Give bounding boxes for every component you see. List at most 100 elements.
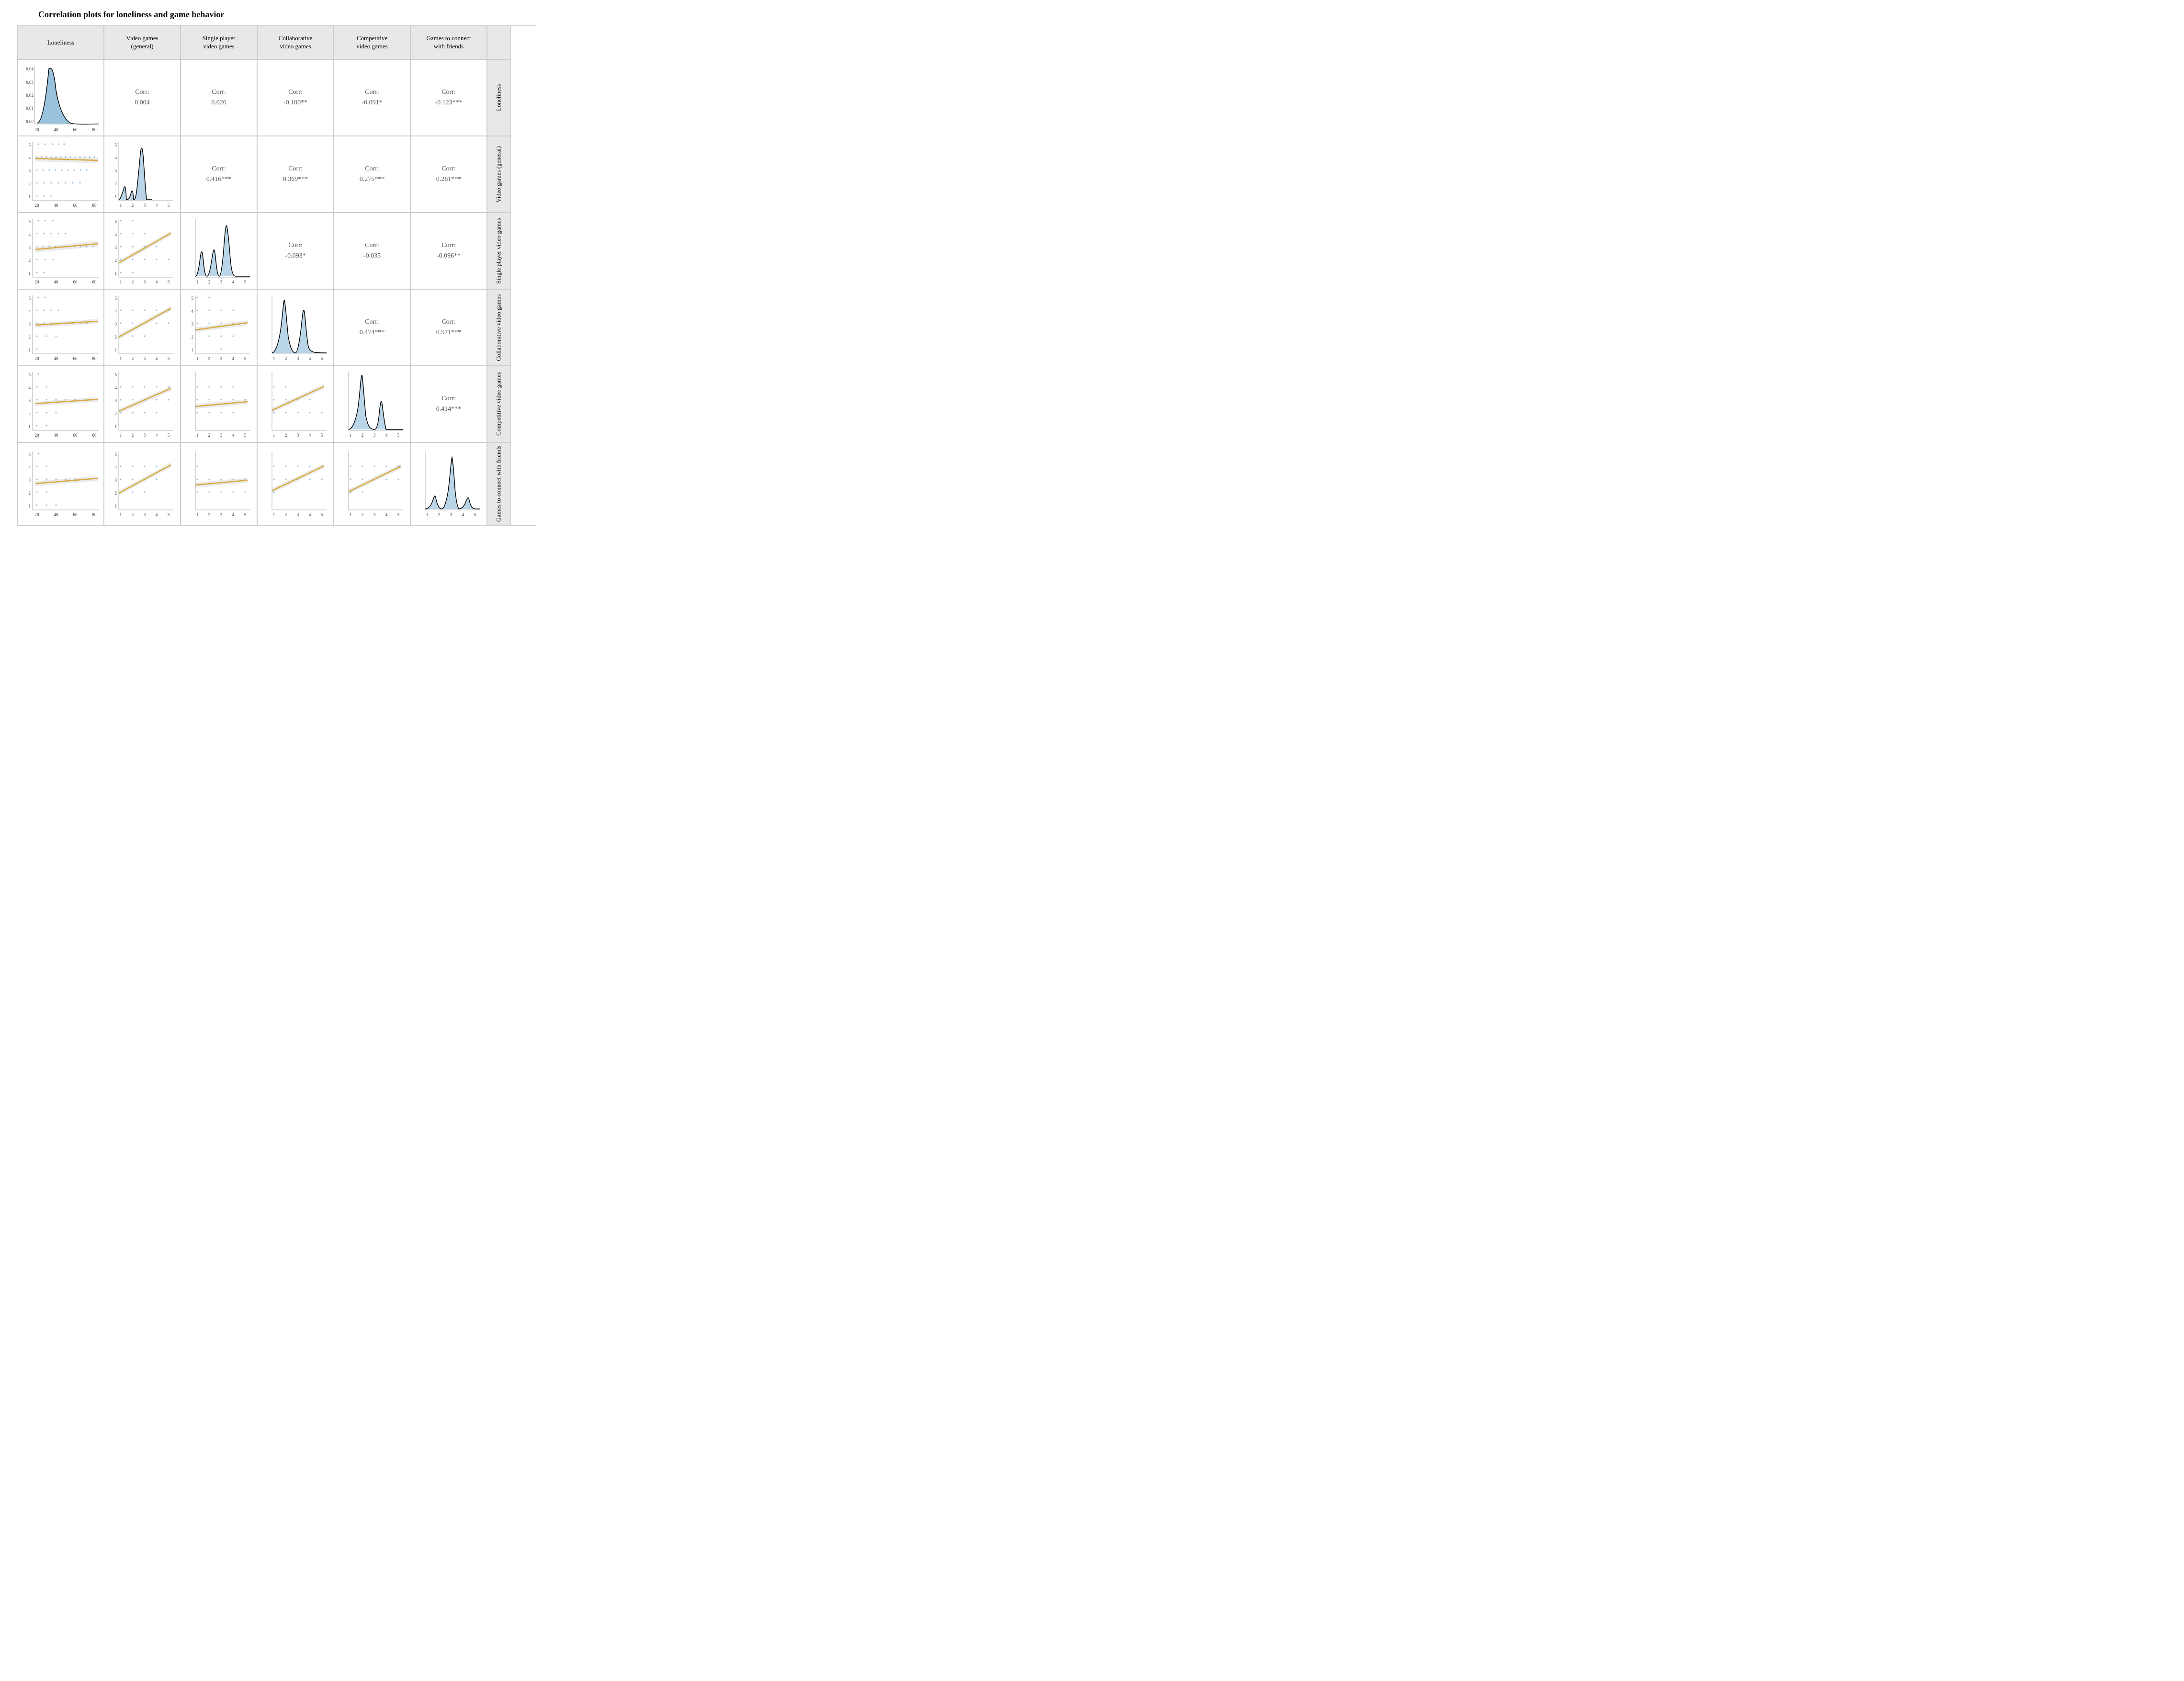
svg-text:3: 3 [297, 433, 299, 438]
svg-text:3: 3 [29, 478, 31, 483]
corr-r2c3: Corr:-0.093* [257, 213, 334, 289]
svg-text:60: 60 [73, 512, 78, 517]
svg-text:5: 5 [115, 296, 117, 301]
svg-text:4: 4 [115, 309, 117, 314]
svg-text:60: 60 [73, 280, 78, 284]
svg-text:3: 3 [144, 356, 146, 361]
svg-text:2: 2 [132, 433, 134, 438]
svg-text:5: 5 [168, 433, 170, 438]
svg-text:2: 2 [29, 181, 31, 186]
svg-text:0.04: 0.04 [26, 67, 34, 71]
header-video-games-general: Video games(general) [104, 26, 181, 59]
row-label-collaborative: Collaborative video games [487, 289, 511, 366]
svg-text:4: 4 [309, 356, 311, 361]
scatter-r3c1: 1 2 3 4 5 1 2 3 4 5 [104, 289, 181, 366]
svg-text:1: 1 [115, 194, 117, 199]
svg-text:40: 40 [54, 127, 59, 132]
svg-text:2: 2 [285, 433, 287, 438]
diag-competitive: 1 2 3 4 5 [334, 366, 410, 442]
svg-text:5: 5 [168, 512, 170, 517]
svg-text:80: 80 [92, 512, 97, 517]
svg-text:3: 3 [220, 356, 223, 361]
svg-text:2: 2 [29, 491, 31, 496]
svg-text:2: 2 [362, 512, 364, 517]
corr-r1c3: Corr:0.369*** [257, 136, 334, 213]
svg-text:5: 5 [244, 356, 247, 361]
svg-text:2: 2 [29, 335, 31, 339]
svg-text:3: 3 [29, 322, 31, 327]
svg-text:5: 5 [244, 433, 247, 438]
svg-text:4: 4 [156, 512, 158, 517]
svg-text:3: 3 [115, 478, 117, 483]
svg-text:4: 4 [309, 512, 311, 517]
svg-text:0.01: 0.01 [26, 106, 34, 111]
row-label-competitive: Competitive video games [487, 366, 511, 442]
scatter-r5c3: 1 2 3 4 5 [257, 442, 334, 525]
svg-text:3: 3 [297, 512, 299, 517]
corr-r0c4: Corr:-0.091* [334, 59, 410, 136]
main-title: Correlation plots for loneliness and gam… [10, 10, 536, 20]
svg-text:3: 3 [220, 433, 223, 438]
svg-text:1: 1 [120, 280, 122, 284]
svg-text:80: 80 [92, 203, 97, 208]
svg-text:3: 3 [115, 169, 117, 173]
scatter-r4c3: 1 2 3 4 5 [257, 366, 334, 442]
svg-text:1: 1 [115, 348, 117, 352]
svg-text:3: 3 [144, 280, 146, 284]
svg-text:1: 1 [29, 424, 31, 429]
scatter-r4c1: 1 2 3 4 5 1 2 3 4 5 [104, 366, 181, 442]
row-label-single-player: Single player video games [487, 213, 511, 289]
svg-text:1: 1 [426, 512, 429, 517]
svg-text:3: 3 [220, 280, 223, 284]
svg-text:20: 20 [35, 433, 40, 438]
svg-text:1: 1 [29, 194, 31, 199]
svg-text:4: 4 [29, 385, 31, 390]
scatter-r4c2: 1 2 3 4 5 [181, 366, 257, 442]
corr-r1c5: Corr:0.261*** [410, 136, 487, 213]
svg-text:1: 1 [273, 512, 275, 517]
svg-text:4: 4 [385, 433, 388, 438]
svg-text:2: 2 [362, 433, 364, 438]
svg-text:4: 4 [156, 203, 158, 208]
svg-text:3: 3 [373, 512, 376, 517]
svg-text:4: 4 [115, 385, 117, 390]
svg-text:1: 1 [29, 504, 31, 508]
diag-video-games: 1 2 3 4 5 1 2 3 4 5 [104, 136, 181, 213]
svg-text:4: 4 [29, 156, 31, 160]
svg-text:3: 3 [373, 433, 376, 438]
svg-text:40: 40 [54, 433, 59, 438]
svg-text:80: 80 [92, 356, 97, 361]
svg-text:5: 5 [168, 203, 170, 208]
svg-text:60: 60 [73, 356, 78, 361]
svg-text:1: 1 [120, 356, 122, 361]
svg-text:1: 1 [115, 504, 117, 508]
svg-text:4: 4 [156, 433, 158, 438]
svg-text:3: 3 [192, 322, 194, 327]
scatter-r5c2: 1 2 3 4 5 [181, 442, 257, 525]
svg-text:40: 40 [54, 203, 59, 208]
scatter-r2c0: 1 2 3 4 5 20 40 60 80 [18, 213, 104, 289]
svg-text:4: 4 [29, 309, 31, 314]
svg-text:5: 5 [115, 143, 117, 147]
svg-text:2: 2 [285, 356, 287, 361]
svg-text:1: 1 [273, 356, 275, 361]
svg-text:2: 2 [208, 433, 211, 438]
svg-text:4: 4 [309, 433, 311, 438]
svg-text:4: 4 [156, 280, 158, 284]
svg-text:4: 4 [192, 309, 194, 314]
svg-text:2: 2 [115, 491, 117, 496]
svg-text:3: 3 [115, 398, 117, 403]
svg-text:5: 5 [244, 280, 247, 284]
svg-text:5: 5 [321, 356, 323, 361]
scatter-r5c1: 1 2 3 4 5 1 2 3 4 5 [104, 442, 181, 525]
svg-text:5: 5 [244, 512, 247, 517]
corr-r0c1: Corr:0.004 [104, 59, 181, 136]
svg-text:0.02: 0.02 [26, 93, 34, 98]
svg-text:40: 40 [54, 512, 59, 517]
svg-text:20: 20 [35, 512, 40, 517]
svg-text:3: 3 [29, 245, 31, 250]
svg-text:3: 3 [29, 398, 31, 403]
row-label-connect-friends: Games to connect with friends [487, 442, 511, 525]
svg-text:5: 5 [321, 433, 323, 438]
svg-text:2: 2 [115, 335, 117, 339]
